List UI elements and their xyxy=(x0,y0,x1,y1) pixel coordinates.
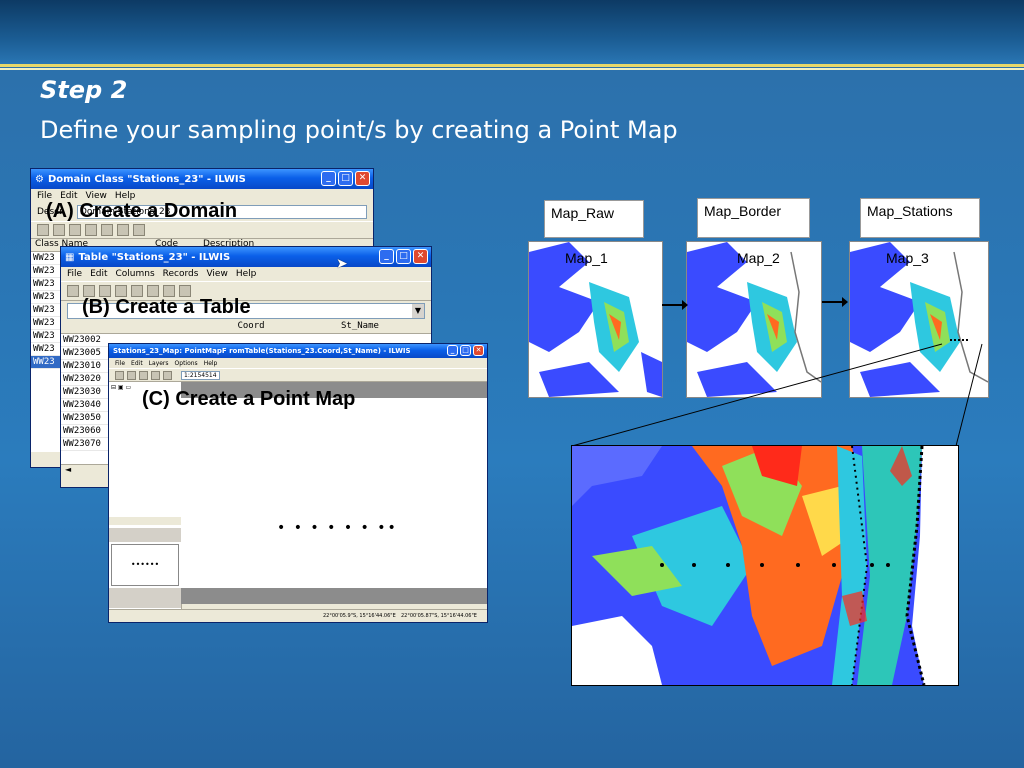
zoomed-map-image xyxy=(572,446,958,685)
zoomed-map xyxy=(571,445,959,686)
